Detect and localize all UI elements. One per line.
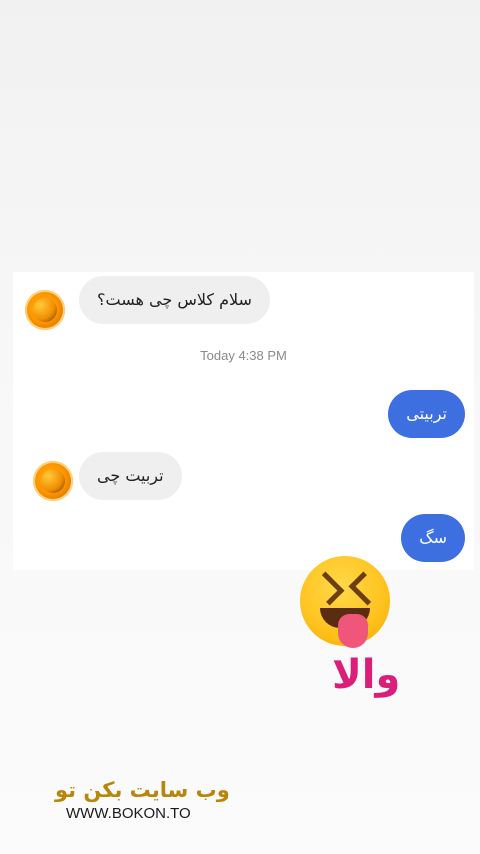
contact-avatar[interactable]: [25, 290, 65, 330]
squinting-face-with-tongue-icon: [300, 556, 390, 648]
message-bubble-outgoing[interactable]: تربیتی: [388, 390, 465, 438]
contact-avatar[interactable]: [33, 461, 73, 501]
message-bubble-incoming[interactable]: تربیت چی: [79, 452, 182, 500]
emoji-tongue: [338, 614, 368, 648]
emoji-eye-left: [310, 571, 345, 606]
emoji-eye-right: [348, 571, 383, 606]
watermark-url: WWW.BOKON.TO: [66, 805, 191, 822]
watermark-title: وب سایت بکن تو: [55, 778, 230, 802]
message-timestamp: Today 4:38 PM: [200, 348, 287, 363]
overlay-caption: والا: [332, 652, 401, 698]
chat-thread: سلام کلاس چی هست؟ Today 4:38 PM تربیتی ت…: [13, 272, 474, 570]
message-bubble-incoming[interactable]: سلام کلاس چی هست؟: [79, 276, 270, 324]
message-bubble-outgoing[interactable]: سگ: [401, 514, 465, 562]
